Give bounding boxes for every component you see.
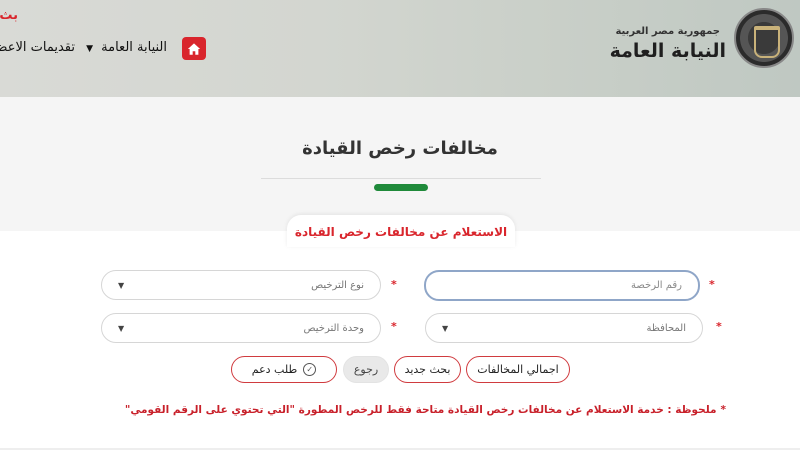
license-number-field[interactable]	[424, 270, 700, 301]
home-button[interactable]	[182, 37, 206, 60]
license-number-input[interactable]	[442, 280, 682, 291]
brand-subtitle: جمهورية مصر العربية	[615, 26, 720, 37]
title-accent-bar	[374, 184, 428, 191]
total-violations-button[interactable]: اجمالي المخالفات	[466, 356, 570, 383]
chevron-down-icon: ▼	[118, 323, 125, 333]
nav-item-label: تقديمات الاعض	[0, 40, 75, 55]
new-search-button[interactable]: بحث جديد	[394, 356, 461, 383]
note-text: ملحوظة : خدمة الاستعلام عن مخالفات رخص ا…	[124, 404, 717, 416]
required-mark: *	[391, 320, 397, 333]
license-type-select[interactable]: نوع الترخيص ▼	[101, 270, 381, 300]
back-button[interactable]: رجوع	[343, 356, 389, 383]
service-note: *ملحوظة : خدمة الاستعلام عن مخالفات رخص …	[125, 404, 727, 416]
required-mark: *	[391, 278, 397, 291]
home-icon	[187, 42, 201, 55]
nav-item-public-prosecution[interactable]: النيابة العامة ▼	[86, 40, 167, 55]
support-request-button[interactable]: ✓ طلب دعم	[231, 356, 337, 383]
chevron-down-icon: ▼	[442, 323, 449, 333]
brand-title[interactable]: النيابة العامة	[610, 40, 726, 62]
page-title: مخالفات رخص القيادة	[302, 138, 498, 159]
required-mark: *	[716, 320, 722, 333]
required-mark: *	[709, 278, 715, 291]
note-star: *	[720, 404, 727, 416]
support-button-label: طلب دعم	[251, 363, 298, 376]
governorate-select[interactable]: المحافظة ▼	[425, 313, 703, 343]
check-circle-icon: ✓	[303, 363, 317, 376]
nav-item-label: النيابة العامة	[101, 40, 167, 55]
prosecution-seal-logo[interactable]	[734, 8, 794, 68]
title-divider	[261, 178, 541, 179]
chevron-down-icon: ▼	[86, 44, 94, 54]
select-label: المحافظة	[646, 322, 686, 334]
nav-item-member-submissions[interactable]: تقديمات الاعض	[0, 40, 75, 55]
top-bar-cut-text[interactable]: بث	[0, 8, 18, 23]
select-label: وحدة الترخيص	[303, 322, 365, 334]
site-header: جمهورية مصر العربية النيابة العامة النيا…	[0, 0, 800, 97]
card-label: الاستعلام عن مخالفات رخص القيادة	[294, 225, 508, 239]
licensing-unit-select[interactable]: وحدة الترخيص ▼	[101, 313, 381, 343]
chevron-down-icon: ▼	[118, 280, 125, 290]
select-label: نوع الترخيص	[311, 279, 364, 291]
